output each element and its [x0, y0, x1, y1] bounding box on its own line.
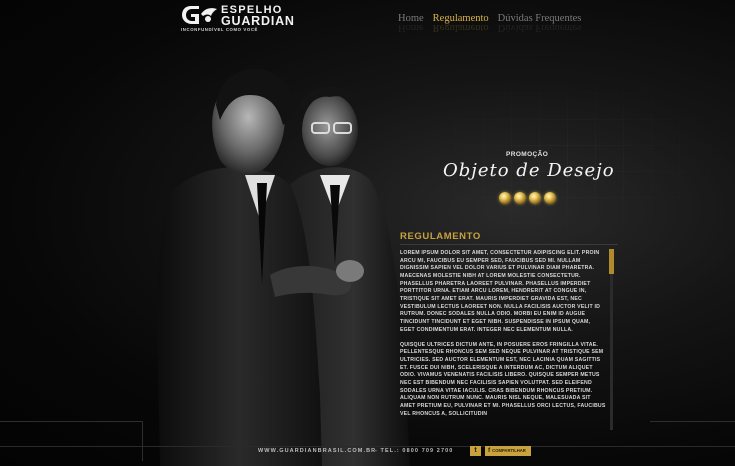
footer-url[interactable]: WWW.GUARDIANBRASIL.COM.BR — [258, 448, 376, 454]
diamond-icon — [499, 192, 511, 204]
brand-tagline: INCONFUNDÍVEL COMO VOCÊ — [181, 27, 258, 32]
scrollbar-thumb[interactable] — [609, 249, 614, 274]
divider-left-vertical — [142, 421, 143, 461]
twitter-icon: t — [474, 447, 477, 454]
nav-home[interactable]: Home — [398, 13, 424, 24]
share-label: COMPARTILHAR — [492, 448, 526, 453]
diamond-icon — [529, 192, 541, 204]
scrollbar-track[interactable] — [610, 249, 613, 430]
twitter-share-button[interactable]: t — [470, 446, 481, 456]
divider-right — [650, 421, 735, 422]
footer-phone: - TEL.: 0800 709 2700 — [375, 448, 454, 454]
facebook-share-button[interactable]: f COMPARTILHAR — [485, 446, 531, 456]
diamond-icon — [544, 192, 556, 204]
brand-name: GUARDIAN — [221, 14, 295, 28]
regulamento-paragraph-1: LOREM IPSUM DOLOR SIT AMET, CONSECTETUR … — [400, 250, 601, 333]
regulamento-paragraph-2: QUISQUE ULTRICES DICTUM ANTE, IN POSUERE… — [400, 341, 606, 417]
divider-left — [0, 421, 143, 422]
nav-duvidas-frequentes[interactable]: Dúvidas Frequentes — [498, 13, 582, 24]
diamond-icon — [514, 192, 526, 204]
promo-label: PROMOÇÃO — [506, 151, 549, 158]
main-nav: Home Regulamento Dúvidas Frequentes — [398, 13, 581, 24]
promo-title: Objeto de Desejo — [443, 160, 615, 181]
guardian-logo-icon — [182, 6, 217, 24]
diamond-row — [499, 192, 556, 204]
section-divider — [400, 244, 618, 245]
facebook-icon: f — [488, 447, 491, 454]
page-background: ESPELHO GUARDIAN INCONFUNDÍVEL COMO VOCÊ… — [0, 0, 735, 466]
nav-regulamento[interactable]: Regulamento — [433, 13, 489, 24]
section-title: REGULAMENTO — [400, 231, 481, 242]
footer-divider — [0, 446, 735, 447]
regulamento-text: LOREM IPSUM DOLOR SIT AMET, CONSECTETUR … — [400, 250, 606, 432]
